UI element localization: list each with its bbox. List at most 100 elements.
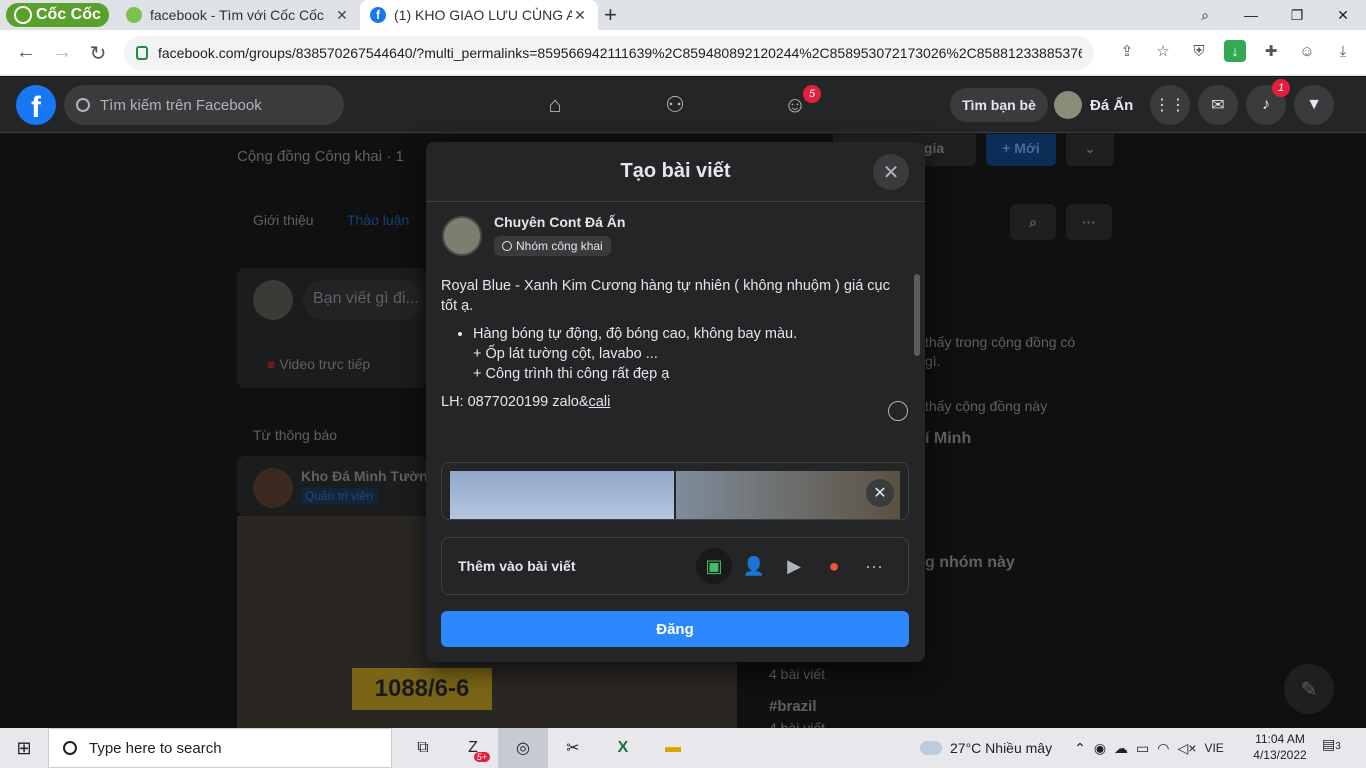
live-video-icon: ■ xyxy=(267,356,276,372)
action-center-icon[interactable]: ▤3 xyxy=(1322,736,1341,753)
onedrive-icon[interactable]: ☁ xyxy=(1114,740,1128,757)
bullet-main: Hàng bóng tự động, độ bóng cao, không ba… xyxy=(473,326,798,342)
messenger-icon[interactable]: ✉ xyxy=(1198,85,1238,125)
excel-app-icon[interactable]: X xyxy=(598,728,648,768)
download-manager-icon[interactable]: ↓ xyxy=(1224,40,1246,62)
weather-text[interactable]: 27°C Nhiều mây xyxy=(950,740,1052,756)
snipping-app-icon[interactable]: ✂ xyxy=(548,728,598,768)
post-button[interactable]: Đăng xyxy=(441,611,909,647)
more-icon[interactable]: ··· xyxy=(1066,204,1112,240)
community-info: Cộng đồng Công khai · 1 xyxy=(237,148,404,165)
clock-time: 11:04 AM xyxy=(1255,732,1305,746)
extensions-icon[interactable]: ✚ xyxy=(1260,40,1282,62)
tray-arrow-icon[interactable]: ⌃ xyxy=(1074,740,1086,757)
audience-selector[interactable]: Nhóm công khai xyxy=(494,236,611,256)
profile-name: Đá Ấn xyxy=(1090,96,1134,114)
brand-label: Cốc Cốc xyxy=(36,6,101,23)
file-explorer-icon[interactable]: ▬ xyxy=(648,728,698,768)
more-options-icon[interactable]: ⌄ xyxy=(1066,134,1114,166)
home-icon[interactable]: ⌂ xyxy=(515,85,595,125)
close-dialog-icon[interactable]: ✕ xyxy=(873,154,909,190)
post-author-block: Chuyên Cont Đá Ấn Nhóm công khai xyxy=(442,214,626,256)
post-text-editor[interactable]: Royal Blue - Xanh Kim Cương hàng tự nhiê… xyxy=(441,276,901,412)
new-button[interactable]: + Mới xyxy=(986,134,1056,166)
share-icon[interactable]: ⇪ xyxy=(1116,40,1138,62)
bookmark-star-icon[interactable]: ☆ xyxy=(1152,40,1174,62)
tab-discussion[interactable]: Thảo luận xyxy=(347,212,409,228)
account-dropdown-icon[interactable]: ▼ xyxy=(1294,85,1334,125)
about-text-line: thấy cộng đồng này xyxy=(925,398,1048,414)
tag-people-icon[interactable]: 👤 xyxy=(736,548,772,584)
hashtag-brazil[interactable]: #brazil xyxy=(769,698,817,715)
tab-coccoc-search[interactable]: facebook - Tìm với Cốc Cốc ✕ xyxy=(116,0,360,30)
search-icon xyxy=(63,741,77,755)
profile-button[interactable]: Đá Ấn xyxy=(1054,88,1133,122)
editor-scrollbar[interactable] xyxy=(914,274,920,356)
address-bar[interactable]: facebook.com/groups/838570267544640/?mul… xyxy=(124,36,1094,70)
reload-icon[interactable]: ↻ xyxy=(86,41,110,66)
battery-icon[interactable]: ▭ xyxy=(1136,740,1149,757)
more-options-icon[interactable]: ··· xyxy=(856,548,892,584)
groups-icon[interactable]: ☺ 5 xyxy=(755,85,835,125)
new-tab-icon[interactable]: + xyxy=(604,2,617,28)
from-announcements-label: Từ thông báo xyxy=(253,427,338,443)
coccoc-menu-button[interactable]: Cốc Cốc xyxy=(6,3,109,27)
location-pin-icon[interactable]: ● xyxy=(816,548,852,584)
author-name: Chuyên Cont Đá Ấn xyxy=(494,214,626,230)
avatar xyxy=(253,468,293,508)
minimize-icon[interactable]: — xyxy=(1228,0,1274,30)
coccoc-favicon-icon xyxy=(126,7,142,23)
facebook-logo-icon[interactable]: f xyxy=(16,85,56,125)
forward-icon[interactable]: → xyxy=(50,41,74,64)
windows-taskbar: ⊞ Type here to search ⧉ Z 5+ ◎ ✂ X ▬ 27°C… xyxy=(0,728,1366,768)
friends-icon[interactable]: ⚇ xyxy=(635,85,715,125)
tab-title: facebook - Tìm với Cốc Cốc xyxy=(150,7,324,23)
restore-icon[interactable]: ❐ xyxy=(1274,0,1320,30)
close-tab-icon[interactable]: ✕ xyxy=(572,7,588,24)
emoji-icon[interactable] xyxy=(888,401,908,421)
tab-title: (1) KHO GIAO LƯU CÙNG ANH EM xyxy=(394,7,572,23)
attached-photo[interactable] xyxy=(450,471,674,519)
close-window-icon[interactable]: ✕ xyxy=(1320,0,1366,30)
coccoc-app-icon[interactable]: ◎ xyxy=(498,728,548,768)
facebook-search-input[interactable]: Tìm kiếm trên Facebook xyxy=(64,85,344,125)
search-group-icon[interactable]: ⌕ xyxy=(1010,204,1056,240)
remove-photos-icon[interactable]: ✕ xyxy=(866,479,894,507)
post-author[interactable]: Kho Đá Minh Tường xyxy=(301,468,436,484)
close-tab-icon[interactable]: ✕ xyxy=(334,7,350,24)
post-intro: Royal Blue - Xanh Kim Cương hàng tự nhiê… xyxy=(441,278,890,314)
section-heading: g nhóm này xyxy=(925,554,1015,571)
webcam-icon[interactable]: ◉ xyxy=(1094,740,1106,757)
zalo-app-icon[interactable]: Z 5+ xyxy=(448,728,498,768)
clock[interactable]: 11:04 AM 4/13/2022 xyxy=(1250,731,1310,763)
notification-count: 3 xyxy=(1335,741,1341,752)
notifications-badge: 1 xyxy=(1272,79,1290,97)
windows-start-icon[interactable]: ⊞ xyxy=(0,728,48,768)
tab-search-icon[interactable]: ⌕ xyxy=(1182,0,1228,30)
wifi-icon[interactable]: ◠ xyxy=(1157,740,1169,757)
live-video-button[interactable]: ■ Video trực tiếp xyxy=(267,356,370,372)
volume-muted-icon[interactable]: ◁× xyxy=(1178,740,1197,757)
task-view-icon[interactable]: ⧉ xyxy=(398,728,448,768)
live-video-label: Video trực tiếp xyxy=(279,356,371,372)
contact-mention: cali xyxy=(588,394,611,410)
tab-about[interactable]: Giới thiệu xyxy=(253,212,314,228)
photo-video-icon[interactable]: ▣ xyxy=(696,548,732,584)
tab-facebook-group[interactable]: f (1) KHO GIAO LƯU CÙNG ANH EM ✕ xyxy=(360,0,598,30)
notifications-icon[interactable]: ♪ 1 xyxy=(1246,79,1290,125)
profile-avatar-icon[interactable]: ☺ xyxy=(1296,40,1318,62)
new-message-icon[interactable]: ✎ xyxy=(1284,664,1334,714)
lock-icon xyxy=(136,46,148,60)
facebook-favicon-icon: f xyxy=(370,7,386,23)
shield-icon[interactable]: ⛨ xyxy=(1188,40,1210,62)
back-icon[interactable]: ← xyxy=(14,41,38,64)
menu-grid-icon[interactable]: ⋮⋮ xyxy=(1150,85,1190,125)
downloads-icon[interactable]: ⤓ xyxy=(1332,40,1354,62)
find-friends-button[interactable]: Tìm bạn bè xyxy=(950,88,1048,122)
tag-post-count: 4 bài viết xyxy=(769,666,826,682)
input-language[interactable]: VIE xyxy=(1204,741,1223,755)
composer-input[interactable]: Bạn viết gì đi... xyxy=(303,280,423,320)
search-placeholder: Tìm kiếm trên Facebook xyxy=(100,96,262,114)
taskbar-search-input[interactable]: Type here to search xyxy=(48,728,392,768)
live-video-icon[interactable]: ▶ xyxy=(776,548,812,584)
